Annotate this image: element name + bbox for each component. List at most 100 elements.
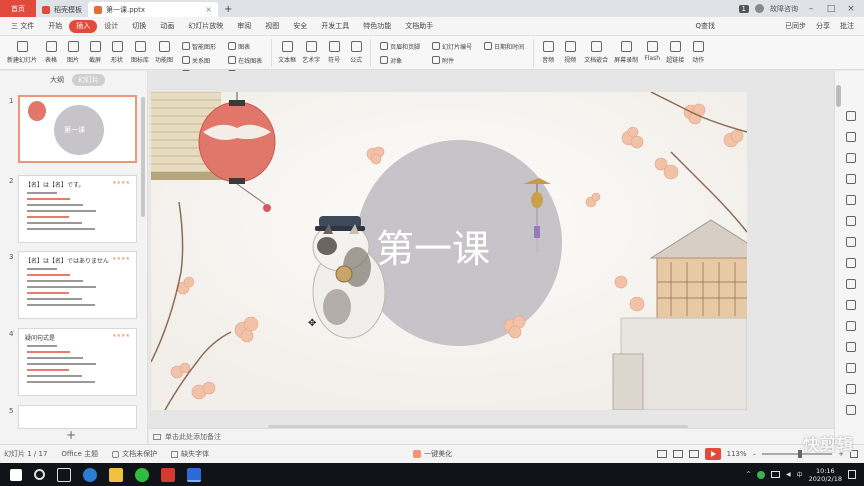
select-icon[interactable] <box>846 111 856 121</box>
help-icon[interactable] <box>846 384 856 394</box>
new-slide-button[interactable]: 新建幻灯片 <box>4 38 40 64</box>
close-window-icon[interactable]: × <box>844 4 858 14</box>
grid-icon[interactable] <box>846 237 856 247</box>
doc-protect-status[interactable]: 文档未保护 <box>112 449 157 459</box>
task-view-icon[interactable] <box>57 467 71 482</box>
volume-icon[interactable]: ◀ <box>786 471 791 478</box>
textbox-button[interactable]: 文本框 <box>275 38 299 64</box>
zoom-out-icon[interactable]: – <box>753 450 757 458</box>
menu-tab-0[interactable]: 开始 <box>41 20 69 33</box>
ribbon-small-button[interactable]: 页眉和页脚 <box>377 40 423 52</box>
ime-icon[interactable]: 中 <box>797 470 803 479</box>
show-hidden-icons[interactable]: ^ <box>746 471 751 478</box>
reader-icon[interactable] <box>846 195 856 205</box>
normal-view-icon[interactable] <box>656 450 667 458</box>
symbol-button[interactable]: 符号 <box>323 38 345 64</box>
ribbon-small-button[interactable]: 对象 <box>377 54 423 66</box>
slide-thumbnail[interactable]: 【名】は【名】です。 ★★★★ <box>18 175 137 243</box>
tray-app-icon[interactable] <box>757 470 766 479</box>
system-clock[interactable]: 10:16 2020/2/18 <box>809 467 842 483</box>
notes-placeholder[interactable]: 单击此处添加备注 <box>165 432 221 442</box>
ribbon-small-button[interactable]: 幻灯片编号 <box>429 40 475 52</box>
user-avatar-icon[interactable] <box>755 4 764 13</box>
apps-icon[interactable] <box>846 300 856 310</box>
menu-tab-1[interactable]: 插入 <box>69 19 98 33</box>
windows-start-icon[interactable] <box>10 468 22 481</box>
network-icon[interactable] <box>771 471 781 478</box>
slides-tab[interactable]: 幻灯片 <box>72 74 105 86</box>
minimize-icon[interactable]: – <box>804 4 818 14</box>
slide-thumbnail[interactable]: 第一课 <box>18 95 137 163</box>
edge-browser-icon[interactable] <box>83 467 97 482</box>
document-tab[interactable]: 第一课.pptx × <box>88 2 218 17</box>
file-menu[interactable]: 三 文件 <box>4 20 41 33</box>
outline-tab[interactable]: 大纲 <box>50 75 64 85</box>
table-button[interactable]: 表格 <box>40 38 62 64</box>
search-button[interactable]: Q查找 <box>695 21 715 31</box>
menu-tab-5[interactable]: 幻灯片放映 <box>181 20 230 33</box>
home-tab[interactable]: 首页 <box>0 0 36 17</box>
menu-tab-4[interactable]: 动画 <box>153 20 181 33</box>
ribbon-small-button[interactable]: 智能图形 <box>179 40 219 52</box>
file-explorer-icon[interactable] <box>109 467 123 482</box>
sound-icon[interactable] <box>846 321 856 331</box>
ribbon-small-button[interactable]: 附件 <box>429 54 475 66</box>
sorter-view-icon[interactable] <box>672 450 683 458</box>
user-label[interactable]: 故障咨询 <box>770 4 798 14</box>
slide-thumbnail[interactable] <box>18 405 137 429</box>
word-icon[interactable] <box>187 467 201 482</box>
beautify-button[interactable]: 一键美化 <box>413 449 452 459</box>
zoom-slider-knob[interactable] <box>798 450 803 458</box>
menu-tab-11[interactable]: 文档助手 <box>398 20 440 33</box>
doc-embed-button[interactable]: 文档嵌合 <box>581 38 611 64</box>
menu-tab-6[interactable]: 审阅 <box>230 20 258 33</box>
animation-icon[interactable] <box>846 153 856 163</box>
icon-library-button[interactable]: 图标库 <box>128 38 152 64</box>
zoom-level[interactable]: 113% <box>727 450 747 458</box>
right-scrollbar[interactable] <box>836 85 841 107</box>
add-slide-button[interactable]: + <box>66 428 76 442</box>
slide-thumbnail[interactable]: 疑问句式是 ★★★★ <box>18 328 137 396</box>
layout-icon[interactable] <box>846 216 856 226</box>
screenshot-button[interactable]: 截屏 <box>84 38 106 64</box>
table-tool-icon[interactable] <box>846 279 856 289</box>
ribbon-small-button[interactable]: 在线图表 <box>225 54 265 66</box>
settings-icon[interactable] <box>846 363 856 373</box>
function-chart-button[interactable]: 功能图 <box>152 38 176 64</box>
slideshow-play-button[interactable] <box>704 448 721 460</box>
menu-tab-9[interactable]: 开发工具 <box>314 20 356 33</box>
close-tab-icon[interactable]: × <box>205 5 212 14</box>
slide-thumbnail[interactable]: 【名】は【名】ではありません ★★★★ <box>18 251 137 319</box>
audio-button[interactable]: 音频 <box>537 38 559 64</box>
ribbon-small-button[interactable]: 图表 <box>225 40 265 52</box>
notification-icon[interactable] <box>848 470 856 479</box>
menu-tab-8[interactable]: 安全 <box>286 20 314 33</box>
menu-tab-3[interactable]: 切换 <box>125 20 153 33</box>
theme-label[interactable]: Office 主题 <box>61 449 98 459</box>
sync-status[interactable]: 已同步 <box>785 21 806 31</box>
wps-icon[interactable] <box>161 467 175 482</box>
missing-font-status[interactable]: 缺失字体 <box>171 449 209 459</box>
menu-tab-2[interactable]: 设计 <box>97 20 125 33</box>
gesture-icon[interactable] <box>846 405 856 415</box>
maximize-icon[interactable]: □ <box>824 4 838 14</box>
wordart-button[interactable]: 艺术字 <box>299 38 323 64</box>
chart-icon[interactable] <box>846 258 856 268</box>
action-button[interactable]: 动作 <box>687 38 709 64</box>
notes-bar[interactable]: 单击此处添加备注 <box>149 428 834 444</box>
template-tab[interactable]: 稻壳模板 <box>36 2 88 17</box>
thumbnail-scrollbar[interactable] <box>141 97 145 217</box>
ribbon-small-button[interactable]: 日期和时间 <box>481 40 527 52</box>
shape-icon[interactable] <box>846 132 856 142</box>
ribbon-small-button[interactable]: 关系图 <box>179 54 219 66</box>
video-button[interactable]: 视频 <box>559 38 581 64</box>
screen-record-button[interactable]: 屏幕录制 <box>611 38 641 64</box>
picture-button[interactable]: 图片 <box>62 38 84 64</box>
backup-icon[interactable] <box>846 342 856 352</box>
menu-tab-10[interactable]: 特色功能 <box>356 20 398 33</box>
search-icon[interactable] <box>34 469 45 480</box>
reading-view-icon[interactable] <box>688 450 699 458</box>
flash-button[interactable]: Flash <box>641 38 663 64</box>
shape-button[interactable]: 形状 <box>106 38 128 64</box>
share-button[interactable]: 分享 <box>816 21 830 31</box>
